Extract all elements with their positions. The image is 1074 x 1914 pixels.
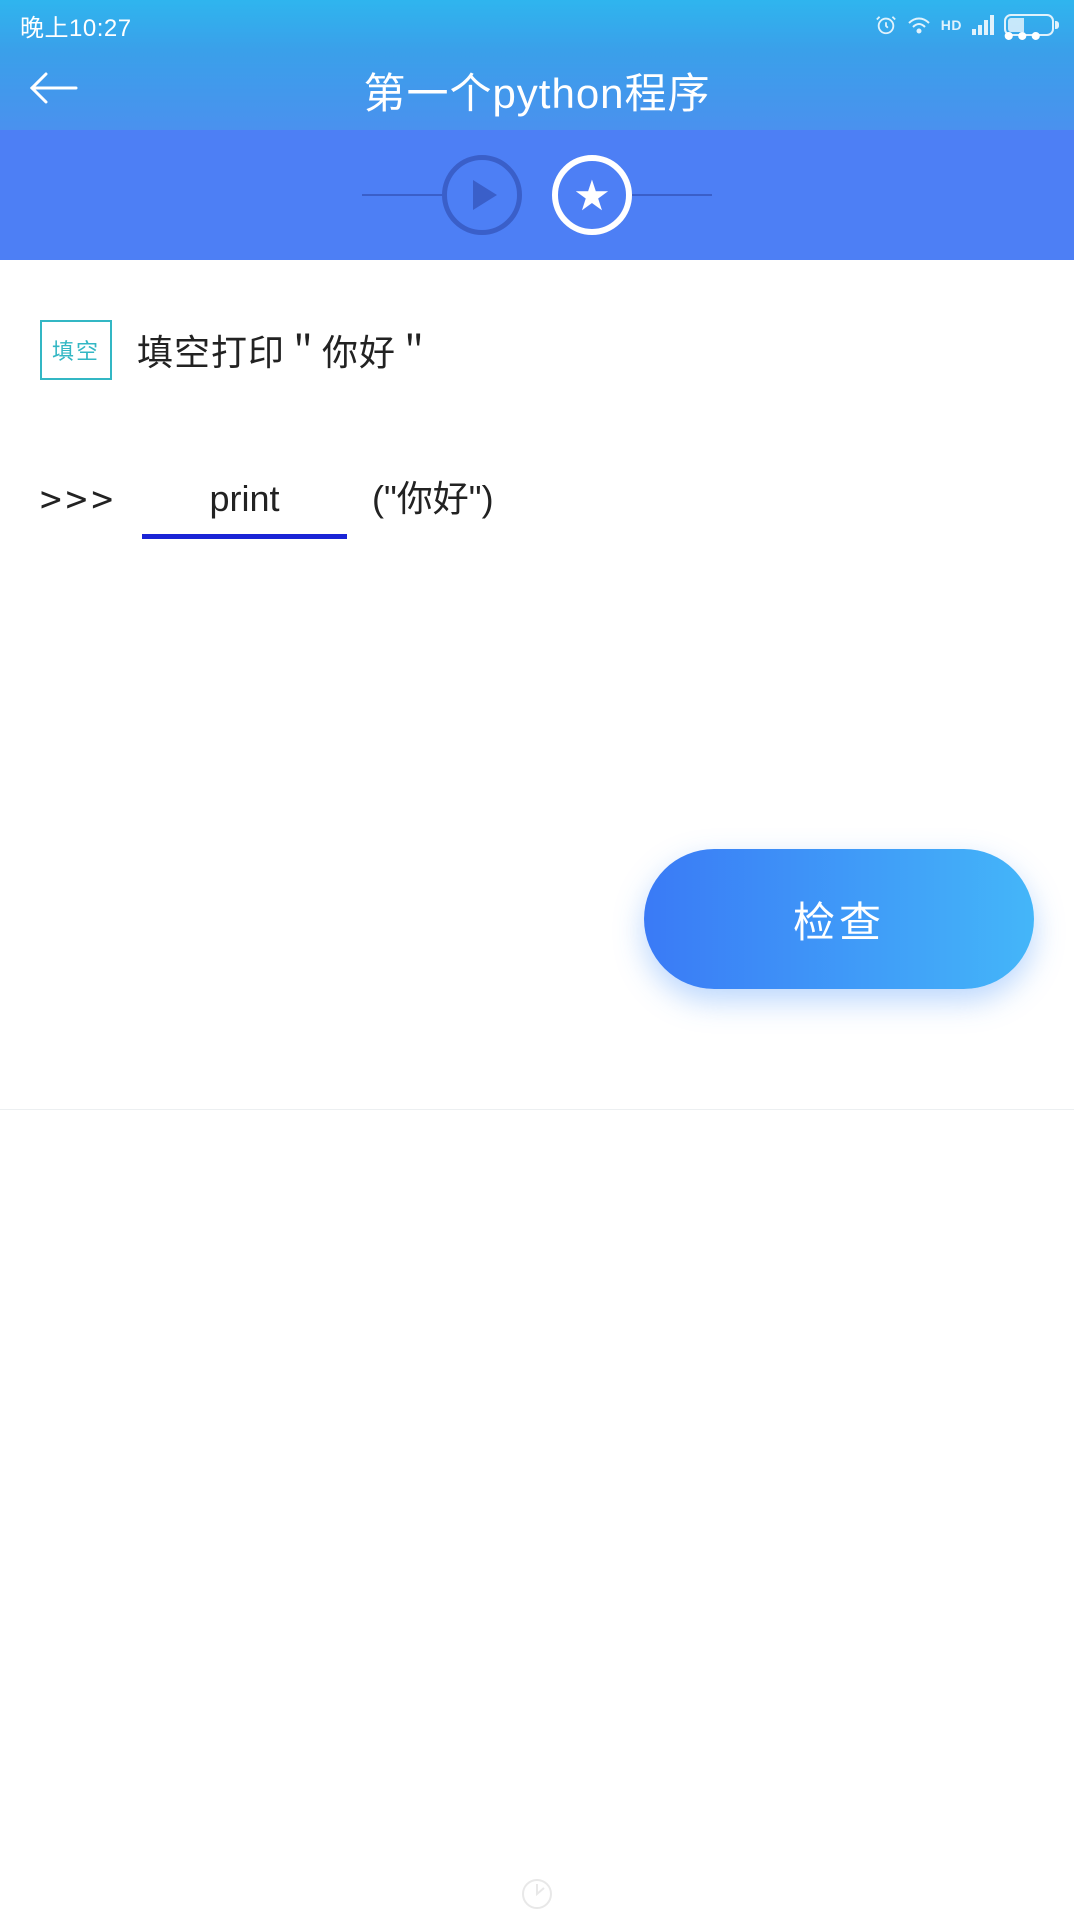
step-star-icon[interactable]: ★ [552, 155, 632, 235]
signal-icon [972, 15, 994, 35]
question-text: 填空打印＂你好＂ [137, 324, 433, 376]
blank-wrap [142, 472, 347, 539]
back-button[interactable] [30, 70, 78, 111]
progress-line [362, 194, 442, 196]
code-suffix: ("你好") [372, 470, 494, 522]
code-prompt: >>> [40, 479, 117, 520]
code-row: >>> ("你好") [40, 470, 1034, 539]
progress-bar: ★ [0, 130, 1074, 260]
nav-bar: 第一个python程序 ••• [0, 50, 1074, 130]
home-indicator-icon [517, 1874, 557, 1914]
answer-input[interactable] [142, 472, 347, 539]
progress-line [632, 194, 712, 196]
alarm-icon [875, 14, 897, 36]
status-bar: 晚上10:27 HD [0, 0, 1074, 50]
more-icon[interactable]: ••• [1003, 20, 1044, 54]
check-button[interactable]: 检查 [644, 849, 1034, 989]
step-play-icon[interactable] [442, 155, 522, 235]
question-row: 填空 填空打印＂你好＂ [40, 320, 1034, 380]
question-type-badge: 填空 [40, 320, 112, 380]
page-title: 第一个python程序 [0, 60, 1074, 121]
hd-label: HD [941, 17, 962, 33]
content-area: 填空 填空打印＂你好＂ >>> ("你好") 检查 [0, 260, 1074, 1150]
status-time: 晚上10:27 [20, 8, 132, 43]
wifi-icon [907, 15, 931, 35]
divider [0, 1109, 1074, 1110]
